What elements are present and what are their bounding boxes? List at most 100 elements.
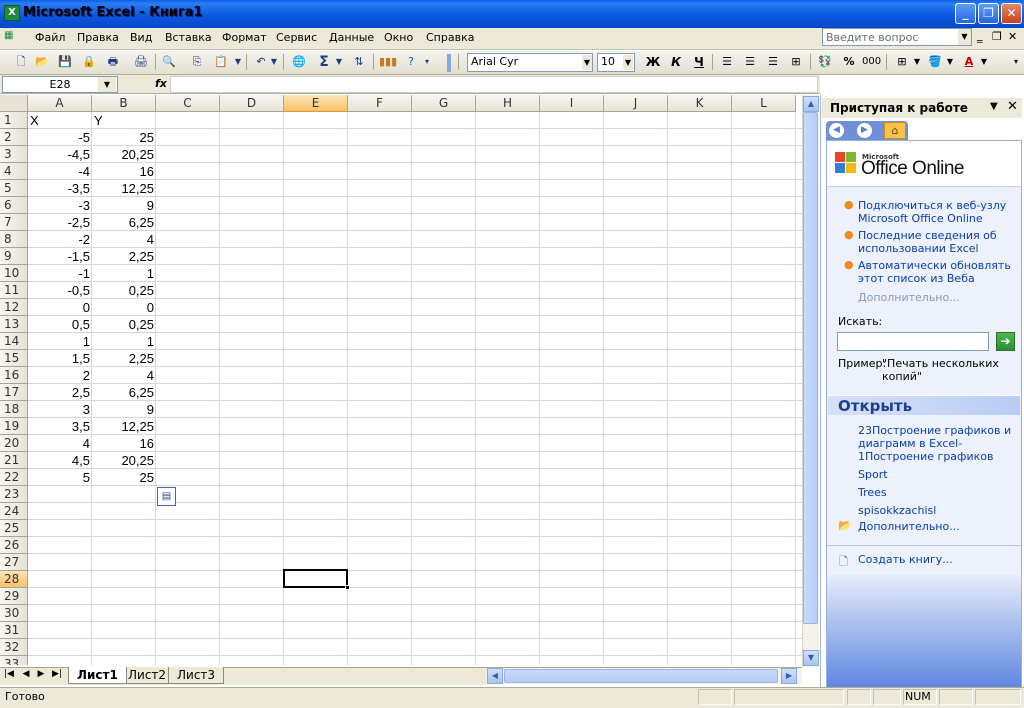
row-header-31[interactable]: 31: [0, 622, 28, 639]
cell-b16[interactable]: 4: [92, 367, 156, 384]
row-header-27[interactable]: 27: [0, 554, 28, 571]
cell-b14[interactable]: 1: [92, 333, 156, 350]
cell-a18[interactable]: 3: [28, 401, 92, 418]
row-header-8[interactable]: 8: [0, 231, 28, 248]
cell-b18[interactable]: 9: [92, 401, 156, 418]
align-right-icon[interactable]: ☰: [764, 53, 782, 71]
row-header-2[interactable]: 2: [0, 129, 28, 146]
menu-view[interactable]: Вид: [130, 31, 152, 44]
row-header-3[interactable]: 3: [0, 146, 28, 163]
last-sheet-icon[interactable]: ▶|: [51, 669, 63, 679]
cell-a13[interactable]: 0,5: [28, 316, 92, 333]
scroll-up-icon[interactable]: ▲: [803, 96, 819, 112]
column-header-f[interactable]: F: [348, 95, 412, 112]
cell-b13[interactable]: 0,25: [92, 316, 156, 333]
doc-restore-icon[interactable]: ❐: [992, 30, 1002, 43]
menu-window[interactable]: Окно: [384, 31, 413, 44]
doc-close-icon[interactable]: ✕: [1008, 30, 1017, 43]
thousands-button[interactable]: 000: [862, 53, 881, 71]
row-header-9[interactable]: 9: [0, 248, 28, 265]
row-header-5[interactable]: 5: [0, 180, 28, 197]
recent-file-link[interactable]: Trees: [858, 486, 1018, 499]
column-header-e[interactable]: E: [284, 95, 348, 112]
menu-tools[interactable]: Сервис: [276, 31, 317, 44]
menu-file[interactable]: Файл: [35, 31, 65, 44]
recent-file-link[interactable]: spisokkzachisl: [858, 504, 1018, 517]
toolbar-grip[interactable]: [447, 54, 451, 72]
link-auto-update[interactable]: Автоматически обновлять этот список из В…: [858, 259, 1018, 285]
column-header-h[interactable]: H: [476, 95, 540, 112]
scroll-down-icon[interactable]: ▼: [803, 650, 819, 666]
row-header-17[interactable]: 17: [0, 384, 28, 401]
hyperlink-icon[interactable]: 🌐: [290, 53, 308, 71]
row-header-23[interactable]: 23: [0, 486, 28, 503]
column-header-k[interactable]: K: [668, 95, 732, 112]
bold-button[interactable]: Ж: [644, 53, 662, 71]
task-pane-close-icon[interactable]: ✕: [1007, 99, 1018, 114]
next-sheet-icon[interactable]: ▶: [35, 669, 47, 679]
cell-b5[interactable]: 12,25: [92, 180, 156, 197]
row-header-1[interactable]: 1: [0, 112, 28, 129]
cell-b1[interactable]: Y: [92, 112, 156, 129]
percent-button[interactable]: %: [840, 53, 858, 71]
cell-b4[interactable]: 16: [92, 163, 156, 180]
column-header-l[interactable]: L: [732, 95, 796, 112]
save-icon[interactable]: 💾: [56, 53, 74, 71]
row-header-24[interactable]: 24: [0, 503, 28, 520]
align-left-icon[interactable]: ☰: [718, 53, 736, 71]
menu-help[interactable]: Справка: [426, 31, 474, 44]
toolbar-options-icon[interactable]: ▾: [423, 53, 431, 71]
task-pane-dropdown-icon[interactable]: ▼: [990, 101, 998, 112]
cell-a11[interactable]: -0,5: [28, 282, 92, 299]
toolbar-options-icon[interactable]: ▾: [1012, 53, 1020, 71]
insert-function-icon[interactable]: fx: [155, 77, 167, 90]
row-header-16[interactable]: 16: [0, 367, 28, 384]
align-center-icon[interactable]: ☰: [741, 53, 759, 71]
cell-a14[interactable]: 1: [28, 333, 92, 350]
help-question-input[interactable]: Введите вопрос: [822, 28, 972, 46]
cell-a4[interactable]: -4: [28, 163, 92, 180]
row-header-20[interactable]: 20: [0, 435, 28, 452]
sheet-tab-list2[interactable]: Лист2: [119, 667, 176, 684]
cell-b19[interactable]: 12,25: [92, 418, 156, 435]
doc-minimize-icon[interactable]: ‗: [977, 30, 983, 43]
row-header-13[interactable]: 13: [0, 316, 28, 333]
formula-input[interactable]: [170, 76, 818, 93]
horizontal-scroll-thumb[interactable]: [504, 669, 778, 683]
autosum-icon[interactable]: Σ: [315, 53, 333, 71]
first-sheet-icon[interactable]: |◀: [3, 669, 15, 679]
cell-a8[interactable]: -2: [28, 231, 92, 248]
permission-icon[interactable]: 🔒: [80, 53, 98, 71]
column-header-a[interactable]: A: [28, 95, 92, 112]
row-header-14[interactable]: 14: [0, 333, 28, 350]
minimize-button[interactable]: _: [955, 3, 976, 24]
font-dropdown-icon[interactable]: ▼: [582, 55, 592, 70]
currency-icon[interactable]: 💱: [816, 53, 834, 71]
paste-dropdown-icon[interactable]: ▼: [234, 53, 242, 71]
row-header-10[interactable]: 10: [0, 265, 28, 282]
column-header-b[interactable]: B: [92, 95, 156, 112]
row-header-29[interactable]: 29: [0, 588, 28, 605]
help-icon[interactable]: ?: [402, 53, 420, 71]
italic-button[interactable]: К: [667, 53, 685, 71]
recent-file-link[interactable]: 23Построение графиков и диаграмм в Excel…: [858, 424, 1018, 463]
cell-b2[interactable]: 25: [92, 129, 156, 146]
print-icon[interactable]: 🖶: [104, 53, 122, 71]
cell-a20[interactable]: 4: [28, 435, 92, 452]
select-all-corner[interactable]: [0, 95, 28, 112]
restore-button[interactable]: ❐: [978, 3, 999, 24]
row-header-18[interactable]: 18: [0, 401, 28, 418]
cell-b20[interactable]: 16: [92, 435, 156, 452]
cell-a5[interactable]: -3,5: [28, 180, 92, 197]
row-header-7[interactable]: 7: [0, 214, 28, 231]
scroll-left-icon[interactable]: ◀: [487, 668, 503, 684]
vertical-scroll-thumb[interactable]: [803, 112, 818, 624]
column-header-g[interactable]: G: [412, 95, 476, 112]
cell-b9[interactable]: 2,25: [92, 248, 156, 265]
back-icon[interactable]: ◀: [829, 123, 844, 138]
recent-file-link[interactable]: Sport: [858, 468, 1018, 481]
cell-b12[interactable]: 0: [92, 299, 156, 316]
row-header-19[interactable]: 19: [0, 418, 28, 435]
column-header-d[interactable]: D: [220, 95, 284, 112]
menu-format[interactable]: Формат: [222, 31, 267, 44]
